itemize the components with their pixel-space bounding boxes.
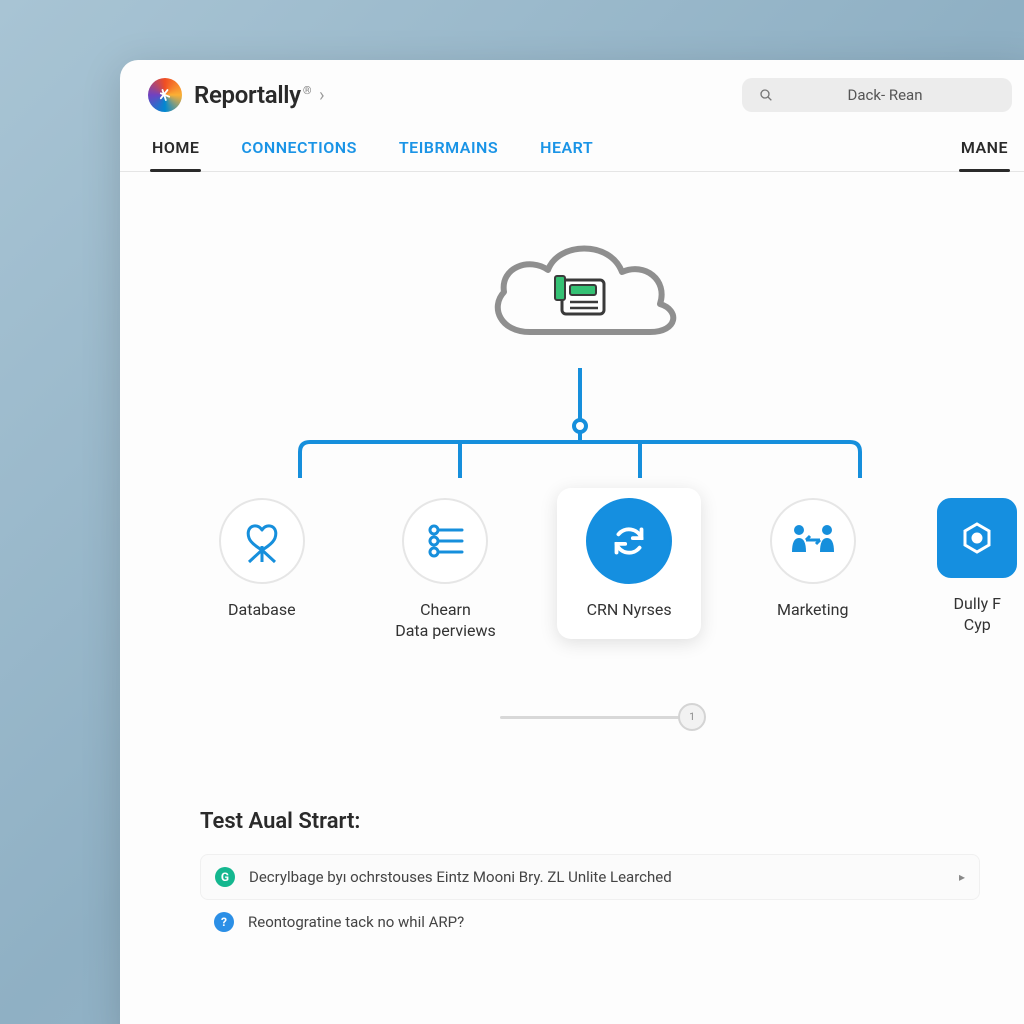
cycle-icon	[586, 498, 672, 584]
section-title: Test Aual Strart:	[200, 809, 980, 834]
tab-heart[interactable]: HEART	[538, 132, 595, 171]
search-input[interactable]: Dack- Rean	[742, 78, 1012, 112]
slider-thumb[interactable]: 1	[678, 703, 706, 731]
node-label: Database	[228, 600, 296, 621]
chevron-right-icon: ›	[319, 85, 324, 106]
node-label: Marketing	[777, 600, 848, 621]
search-icon	[758, 87, 774, 103]
search-placeholder: Dack- Rean	[774, 86, 996, 104]
list-item-text: Reontogratine tack no whil ARP?	[248, 913, 464, 931]
cloud-root-node	[470, 222, 690, 372]
tab-mane[interactable]: MANE	[959, 132, 1010, 171]
list-item[interactable]: G Decrylbage byı ochrstouses Eintz Mooni…	[200, 854, 980, 900]
heart-star-icon	[219, 498, 305, 584]
status-badge-icon: G	[215, 867, 235, 887]
tab-home[interactable]: HOME	[150, 132, 201, 171]
app-window: Reportally® › Dack- Rean HOME CONNECTION…	[120, 60, 1024, 1024]
node-dully[interactable]: Dully F Cyp	[925, 488, 1024, 654]
node-row: Database Chearn Data perviews	[190, 488, 1024, 660]
sliders-icon	[402, 498, 488, 584]
brand-title: Reportally®	[194, 81, 311, 109]
chevron-right-icon: ▸	[959, 870, 965, 884]
tab-teibrmains[interactable]: TEIBRMAINS	[397, 132, 500, 171]
block-icon	[937, 498, 1017, 578]
header: Reportally® › Dack- Rean	[120, 60, 1024, 122]
node-database[interactable]: Database	[190, 488, 334, 639]
branch-connector	[220, 368, 940, 478]
test-section: Test Aual Strart: G Decrylbage byı ochrs…	[160, 809, 1000, 952]
node-marketing[interactable]: Marketing	[741, 488, 885, 639]
node-label: CRN Nyrses	[587, 600, 672, 621]
node-label: Chearn Data perviews	[395, 600, 496, 642]
list-item-text: Decrylbage byı ochrstouses Eintz Mooni B…	[249, 868, 672, 886]
server-icon	[555, 276, 604, 314]
carousel-slider[interactable]: 1	[500, 716, 700, 719]
brand-logo-icon	[148, 78, 182, 112]
node-label: Dully F Cyp	[954, 594, 1001, 636]
node-crn-nyrses[interactable]: CRN Nyrses	[557, 488, 701, 639]
list-item[interactable]: ? Reontogratine tack no whil ARP?	[200, 908, 980, 944]
diagram-canvas: Database Chearn Data perviews	[120, 172, 1024, 952]
tab-bar: HOME CONNECTIONS TEIBRMAINS HEART MANE	[120, 122, 1024, 172]
node-chearn[interactable]: Chearn Data perviews	[374, 488, 518, 660]
tab-connections[interactable]: CONNECTIONS	[239, 132, 358, 171]
status-badge-icon: ?	[214, 912, 234, 932]
people-icon	[770, 498, 856, 584]
